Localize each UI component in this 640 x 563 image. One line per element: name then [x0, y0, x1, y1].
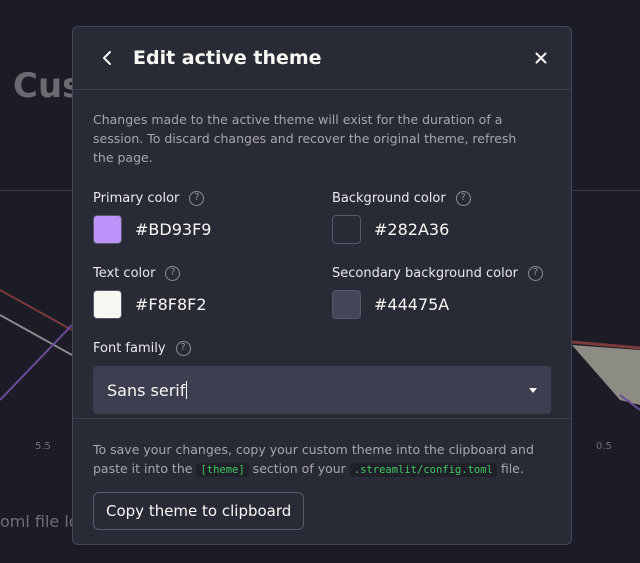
help-icon[interactable]: ? [175, 340, 191, 356]
close-icon [535, 52, 547, 64]
background-color-label: Background color [332, 190, 446, 206]
background-color-field: Background color ? #282A36 [332, 189, 552, 244]
help-icon[interactable]: ? [165, 265, 181, 281]
bg-line-red [0, 289, 73, 331]
primary-color-label: Primary color [93, 190, 180, 206]
secondary-background-color-hex: #44475A [374, 295, 450, 314]
secondary-background-color-field: Secondary background color ? #44475A [332, 264, 552, 319]
text-color-hex: #F8F8F2 [135, 295, 207, 314]
background-color-hex: #282A36 [374, 220, 450, 239]
font-family-label-row: Font family ? [93, 339, 551, 357]
secondary-background-color-label: Secondary background color [332, 265, 519, 281]
background-tick: 5.5 [35, 441, 51, 452]
primary-color-field: Primary color ? #BD93F9 [93, 189, 332, 244]
intro-text: Changes made to the active theme will ex… [93, 112, 517, 165]
dialog-body: Changes made to the active theme will ex… [73, 90, 571, 414]
close-button[interactable] [531, 48, 551, 68]
help-icon[interactable]: ? [455, 190, 471, 206]
color-fields: Primary color ? #BD93F9 Background color… [93, 189, 551, 319]
help-icon[interactable]: ? [528, 265, 544, 281]
text-color-field: Text color ? #F8F8F2 [93, 264, 332, 319]
text-cursor [186, 381, 188, 399]
help-icon[interactable]: ? [189, 190, 205, 206]
bg-line-purple [0, 324, 73, 401]
dialog-divider [73, 418, 571, 419]
back-button[interactable] [97, 48, 117, 68]
primary-color-hex: #BD93F9 [135, 220, 212, 239]
save-instructions: To save your changes, copy your custom t… [93, 442, 534, 477]
secondary-background-color-swatch[interactable] [332, 290, 361, 319]
theme-code: [theme] [196, 463, 249, 477]
dialog-title: Edit active theme [133, 47, 322, 69]
background-color-swatch[interactable] [332, 215, 361, 244]
font-family-label: Font family [93, 340, 166, 356]
font-family-value: Sans serif [107, 380, 186, 400]
text-color-swatch[interactable] [93, 290, 122, 319]
dialog-footer: To save your changes, copy your custom t… [93, 440, 551, 530]
caret-down-icon [529, 387, 537, 393]
primary-color-swatch[interactable] [93, 215, 122, 244]
bg-area-gray [572, 345, 640, 405]
font-family-select[interactable]: Sans serif [93, 366, 551, 414]
text-color-label: Text color [93, 265, 156, 281]
edit-theme-dialog: Edit active theme Changes made to the ac… [72, 26, 572, 545]
copy-theme-button[interactable]: Copy theme to clipboard [93, 492, 305, 530]
background-tick: 0.5 [596, 441, 612, 452]
dialog-header: Edit active theme [73, 27, 571, 90]
config-path-code: .streamlit/config.toml [349, 463, 497, 477]
chevron-left-icon [103, 51, 111, 65]
